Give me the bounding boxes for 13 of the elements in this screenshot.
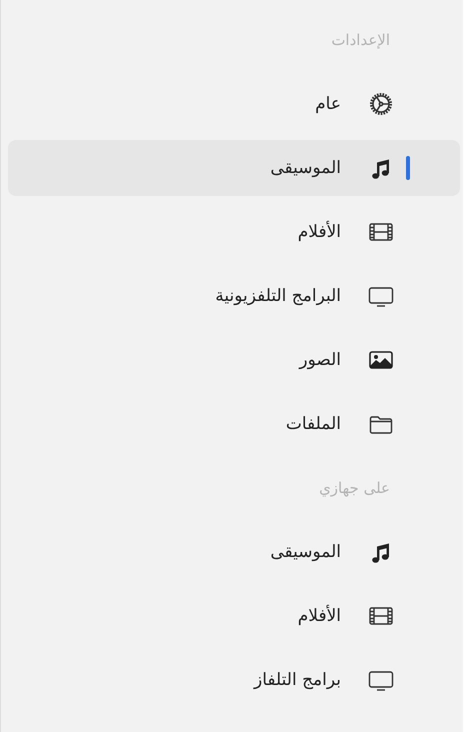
gear-icon bbox=[367, 90, 395, 118]
sidebar-item[interactable]: الملفات bbox=[8, 396, 460, 452]
sidebar-item[interactable]: الموسيقى bbox=[8, 140, 460, 196]
sidebar-item[interactable]: برامج التلفاز bbox=[8, 652, 460, 708]
sidebar-item[interactable]: الصور bbox=[8, 332, 460, 388]
sidebar-item[interactable]: الموسيقى bbox=[8, 524, 460, 580]
sidebar-item[interactable]: الأفلام bbox=[8, 588, 460, 644]
sidebar-item[interactable]: البرامج التلفزيونية bbox=[8, 268, 460, 324]
section-header: على جهازي bbox=[318, 478, 391, 498]
sidebar-item[interactable]: عام bbox=[8, 76, 460, 132]
section-header: الإعدادات bbox=[330, 30, 391, 50]
sidebar-item[interactable]: الأفلام bbox=[8, 204, 460, 260]
selection-indicator bbox=[406, 156, 410, 180]
